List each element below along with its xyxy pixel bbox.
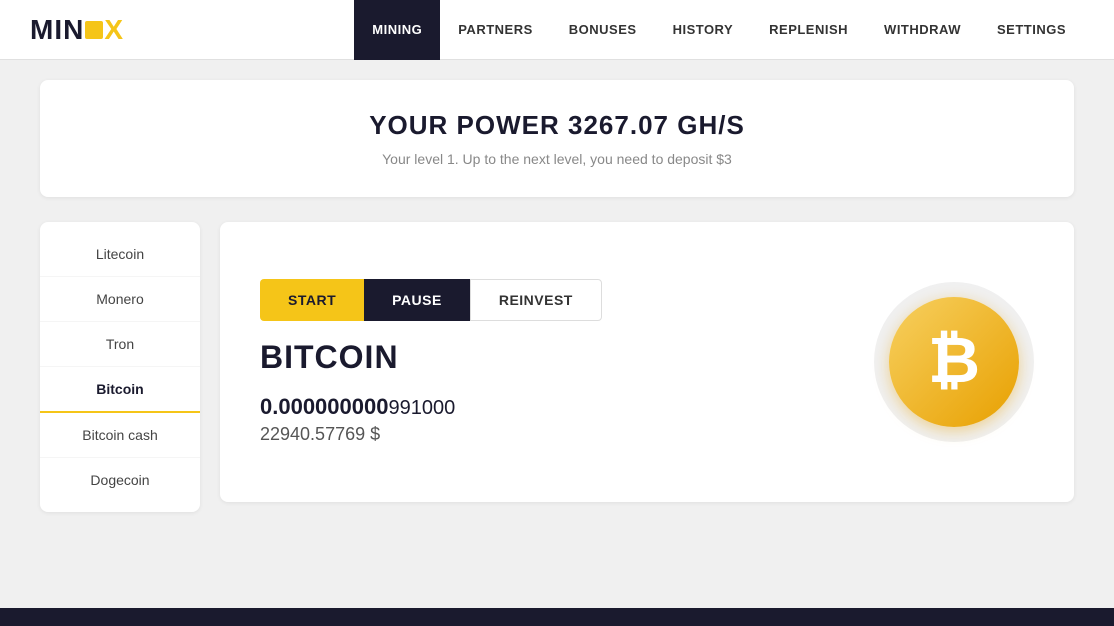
coin-list-item-dogecoin[interactable]: Dogecoin: [40, 458, 200, 502]
logo-icon: [85, 21, 103, 39]
reinvest-button[interactable]: REINVEST: [470, 279, 602, 321]
logo-ex: X: [104, 14, 124, 46]
start-button[interactable]: START: [260, 279, 364, 321]
nav-links: MINING PARTNERS BONUSES HISTORY REPLENIS…: [354, 0, 1084, 60]
coin-list-item-bitcoin-cash[interactable]: Bitcoin cash: [40, 413, 200, 458]
power-card: YOUR POWER 3267.07 GH/S Your level 1. Up…: [40, 80, 1074, 197]
pause-button[interactable]: PAUSE: [364, 279, 470, 321]
power-title: YOUR POWER 3267.07 GH/S: [60, 110, 1054, 141]
balance-row: 0.000000000991000 22940.57769 $: [260, 394, 602, 445]
nav-item-mining[interactable]: MINING: [354, 0, 440, 60]
coin-list-item-bitcoin[interactable]: Bitcoin: [40, 367, 200, 413]
bottom-bar: [0, 608, 1114, 626]
coin-list-item-monero[interactable]: Monero: [40, 277, 200, 322]
main-content: YOUR POWER 3267.07 GH/S Your level 1. Up…: [0, 60, 1114, 532]
mining-section: Litecoin Monero Tron Bitcoin Bitcoin cas…: [40, 222, 1074, 512]
mining-card: START PAUSE REINVEST BITCOIN 0.000000000…: [220, 222, 1074, 502]
nav-item-withdraw[interactable]: WITHDRAW: [866, 0, 979, 60]
power-subtitle: Your level 1. Up to the next level, you …: [60, 151, 1054, 167]
logo-min: MIN: [30, 14, 84, 46]
balance-usd: 22940.57769 $: [260, 424, 602, 445]
nav-item-settings[interactable]: SETTINGS: [979, 0, 1084, 60]
nav-item-history[interactable]: HISTORY: [655, 0, 752, 60]
balance-bold: 0.000000000: [260, 394, 388, 419]
coin-list: Litecoin Monero Tron Bitcoin Bitcoin cas…: [40, 222, 200, 512]
balance-light: 991000: [388, 397, 455, 419]
nav-item-bonuses[interactable]: BONUSES: [551, 0, 655, 60]
nav-item-partners[interactable]: PARTNERS: [440, 0, 551, 60]
balance-amount: 0.000000000991000: [260, 394, 602, 420]
coin-list-item-litecoin[interactable]: Litecoin: [40, 232, 200, 277]
btc-symbol: ₿: [928, 323, 980, 397]
btc-icon-inner: ₿: [889, 297, 1019, 427]
navbar: MIN X MINING PARTNERS BONUSES HISTORY REP…: [0, 0, 1114, 60]
logo[interactable]: MIN X: [30, 14, 124, 46]
btc-icon-container: ₿: [874, 282, 1034, 442]
button-group: START PAUSE REINVEST: [260, 279, 602, 321]
coin-list-item-tron[interactable]: Tron: [40, 322, 200, 367]
coin-title: BITCOIN: [260, 339, 602, 376]
mining-card-left: START PAUSE REINVEST BITCOIN 0.000000000…: [260, 279, 602, 445]
nav-item-replenish[interactable]: REPLENISH: [751, 0, 866, 60]
